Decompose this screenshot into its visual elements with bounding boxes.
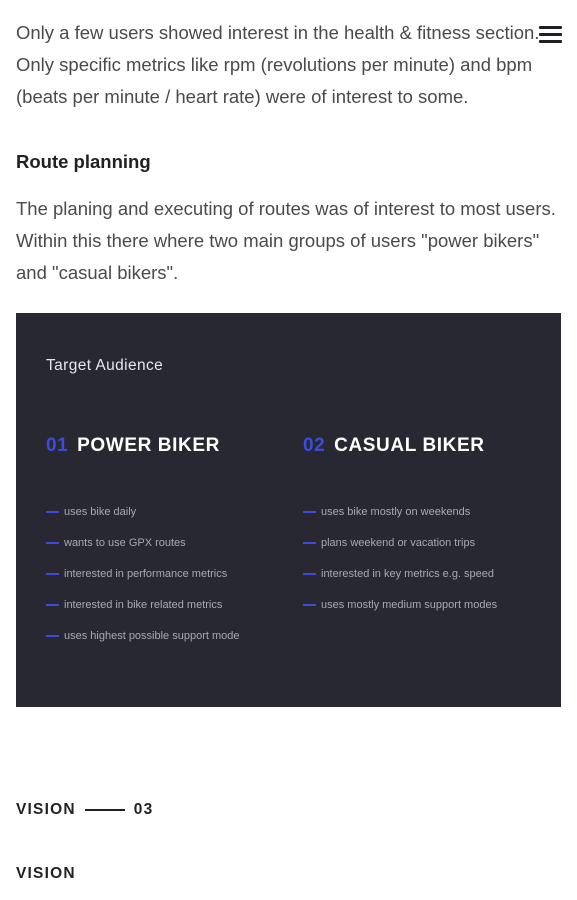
list-item: plans weekend or vacation trips: [303, 527, 497, 558]
dash-icon: [46, 603, 59, 606]
group-header: 02 CASUAL BIKER: [303, 435, 497, 461]
dash-icon: [46, 634, 59, 637]
power-biker-group: 01 POWER BIKER uses bike daily wants to …: [46, 435, 240, 651]
target-audience-panel: Target Audience 01 POWER BIKER uses bike…: [16, 313, 561, 707]
trait-text: plans weekend or vacation trips: [321, 536, 476, 549]
trait-text: uses mostly medium support modes: [321, 598, 498, 611]
dash-icon: [303, 510, 316, 513]
dash-icon: [46, 510, 59, 513]
trait-text: interested in performance metrics: [64, 567, 228, 580]
group-number: 01: [46, 435, 69, 456]
dash-icon: [303, 603, 316, 606]
trait-list: uses bike mostly on weekends plans weeke…: [303, 496, 497, 620]
trait-text: interested in bike related metrics: [64, 598, 223, 611]
dash-icon: [46, 572, 59, 575]
trait-text: wants to use GPX routes: [64, 536, 186, 549]
divider: [84, 809, 125, 811]
trait-text: uses highest possible support mode: [64, 629, 240, 642]
vision-section-label: VISION 03: [16, 801, 153, 819]
section-number: 03: [133, 801, 154, 818]
dash-icon: [46, 541, 59, 544]
group-name: POWER BIKER: [77, 435, 220, 456]
dash-icon: [303, 541, 316, 544]
target-audience-title: Target Audience: [46, 357, 164, 374]
section-label-text: VISION: [16, 801, 76, 818]
route-planning-heading: Route planning: [16, 151, 151, 172]
list-item: uses mostly medium support modes: [303, 589, 497, 620]
list-item: uses bike daily: [46, 496, 240, 527]
group-name: CASUAL BIKER: [334, 435, 485, 456]
casual-biker-group: 02 CASUAL BIKER uses bike mostly on week…: [303, 435, 497, 620]
trait-list: uses bike daily wants to use GPX routes …: [46, 496, 240, 651]
group-number: 02: [303, 435, 326, 456]
list-item: uses bike mostly on weekends: [303, 496, 497, 527]
list-item: uses highest possible support mode: [46, 620, 240, 651]
vision-heading: VISION: [16, 865, 76, 882]
group-header: 01 POWER BIKER: [46, 435, 240, 461]
list-item: interested in bike related metrics: [46, 589, 240, 620]
list-item: wants to use GPX routes: [46, 527, 240, 558]
list-item: interested in performance metrics: [46, 558, 240, 589]
trait-text: uses bike mostly on weekends: [321, 505, 471, 518]
trait-text: uses bike daily: [64, 505, 137, 518]
list-item: interested in key metrics e.g. speed: [303, 558, 497, 589]
trait-text: interested in key metrics e.g. speed: [321, 567, 495, 580]
health-fitness-paragraph: Only a few users showed interest in the …: [16, 22, 540, 107]
dash-icon: [303, 572, 316, 575]
route-planning-paragraph: The planing and executing of routes was …: [16, 198, 556, 283]
